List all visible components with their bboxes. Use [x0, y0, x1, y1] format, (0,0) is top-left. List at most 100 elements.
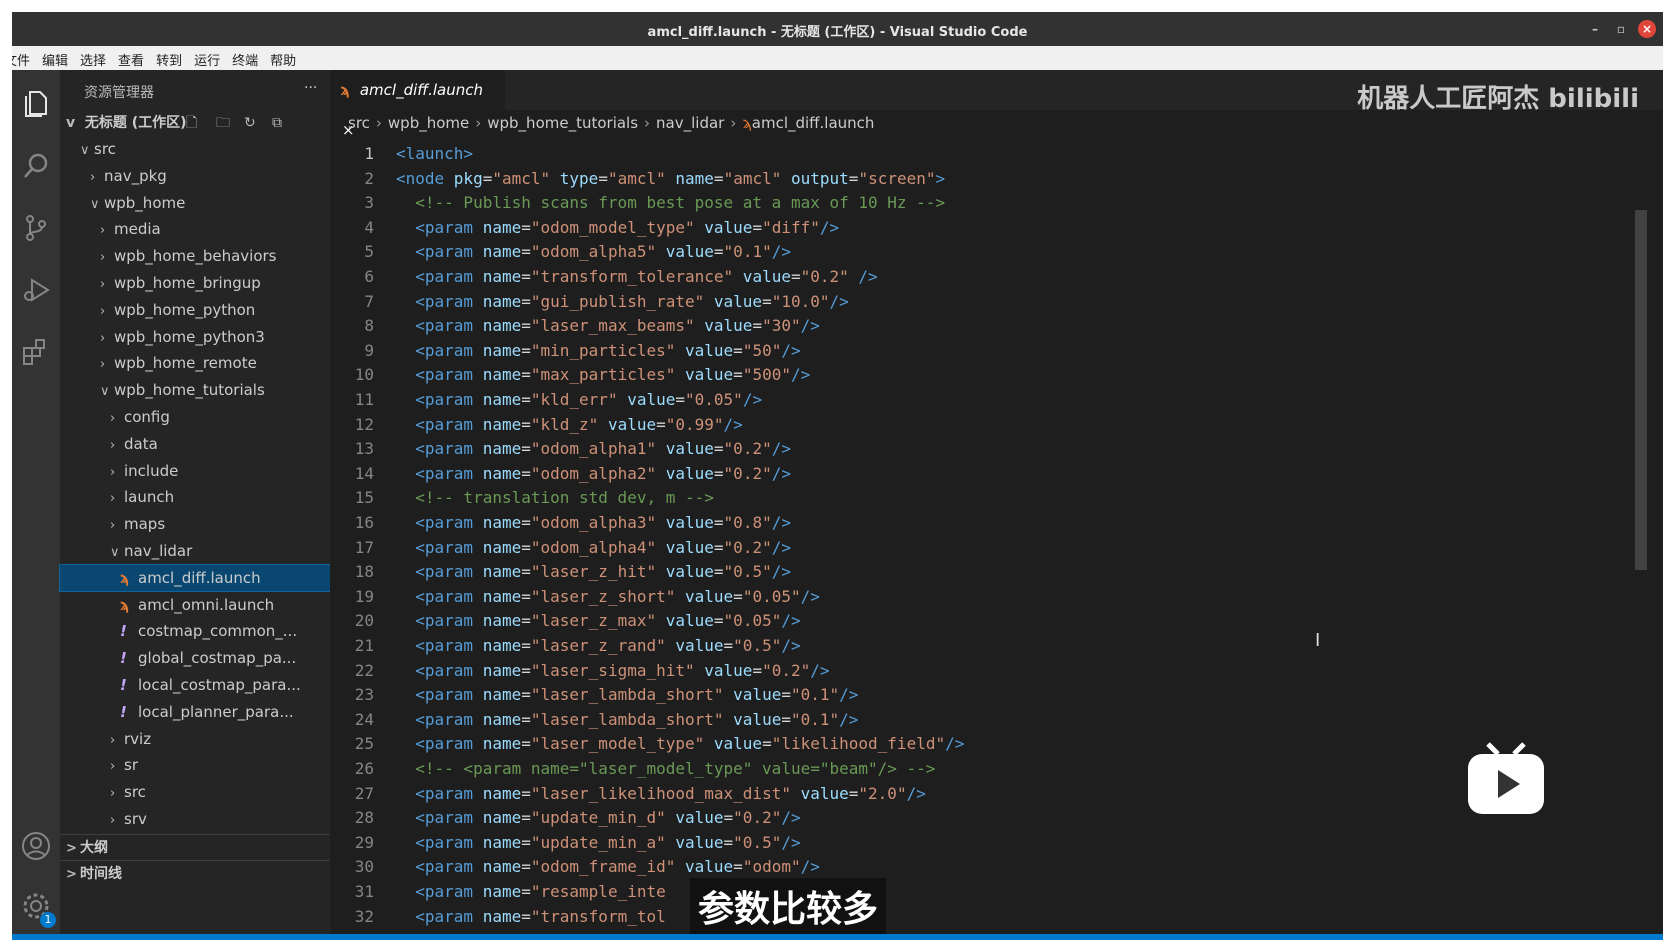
tree-item[interactable]: › maps: [60, 511, 330, 537]
line-number: 23: [354, 685, 374, 705]
tree-item-label: config: [124, 408, 170, 426]
tree-item[interactable]: › wpb_home_remote: [60, 350, 330, 376]
source-control-icon[interactable]: [20, 212, 52, 244]
tree-item[interactable]: › sr: [60, 752, 330, 778]
line-number: 26: [354, 759, 374, 778]
breadcrumb-item[interactable]: wpb_home_tutorials: [487, 114, 638, 132]
tree-item-label: launch: [124, 488, 175, 507]
tab-amcl-diff-launch[interactable]: ϡ amcl_diff.launch ×: [330, 70, 505, 139]
yaml-icon: !: [120, 702, 127, 721]
vscode-window: amcl_diff.launch - 无标题 (工作区) - Visual St…: [12, 12, 1663, 940]
menu-item[interactable]: 查看: [112, 46, 150, 69]
line-number: 32: [354, 906, 374, 926]
tree-item[interactable]: › include: [60, 458, 330, 484]
tree-item[interactable]: › data: [60, 431, 330, 457]
menu-item[interactable]: 帮助: [264, 46, 302, 69]
account-icon[interactable]: [20, 830, 52, 862]
tree-item[interactable]: ∨ wpb_home_tutorials: [60, 377, 330, 403]
tree-item[interactable]: › wpb_home_bringup: [60, 270, 330, 296]
chevron-down-icon: ∨: [80, 143, 90, 158]
code-text: <node pkg="amcl" type="amcl" name="amcl"…: [396, 168, 946, 188]
line-number: 10: [354, 365, 374, 385]
code-text: <param name="kld_z" value="0.99"/>: [396, 414, 743, 434]
video-subtitle: 参数比较多: [690, 878, 887, 934]
line-number: 2: [364, 168, 374, 188]
rss-icon: ϡ: [742, 114, 752, 132]
chevron-right-icon: ›: [110, 786, 116, 802]
timeline-label: 时间线: [80, 866, 122, 882]
code-text: <!-- <param name="laser_model_type" valu…: [396, 759, 936, 778]
menu-item[interactable]: 文件: [12, 46, 36, 69]
tree-item[interactable]: ∨ nav_lidar: [60, 538, 330, 564]
line-number: 15: [354, 488, 374, 508]
text-cursor-icon: I: [1315, 630, 1321, 651]
settings-badge: 1: [40, 912, 56, 928]
explorer-title: 资源管理器: [84, 85, 154, 101]
tree-item[interactable]: › src: [60, 779, 330, 805]
chevron-right-icon: ›: [110, 411, 116, 426]
tree-item[interactable]: › nav_pkg: [60, 163, 330, 189]
search-icon[interactable]: [20, 150, 52, 182]
tree-item[interactable]: ∨ wpb_home: [60, 190, 330, 216]
menu-bar: 文件编辑选择查看转到运行终端帮助: [12, 46, 1663, 70]
editor-area: ϡ amcl_diff.launch × src › wpb_home › wpb_ho…: [330, 70, 1663, 940]
tree-item[interactable]: ∨ src: [60, 136, 330, 162]
menu-item[interactable]: 终端: [226, 46, 264, 69]
line-number: 19: [354, 586, 374, 606]
code-text: <param name="min_particles" value="50"/>: [396, 340, 801, 360]
minimize-icon[interactable]: –: [1586, 20, 1604, 38]
tree-item[interactable]: › rviz: [60, 726, 330, 752]
more-actions-icon[interactable]: ···: [304, 80, 317, 96]
chevron-down-icon: ∨: [100, 384, 110, 400]
activity-bar: 1: [12, 70, 60, 940]
outline-section[interactable]: > 大纲: [60, 834, 330, 861]
breadcrumb-item[interactable]: wpb_home: [388, 114, 469, 132]
tree-item[interactable]: ! local_planner_para...: [60, 699, 330, 725]
tree-item[interactable]: ! global_costmap_pa...: [60, 645, 330, 671]
tree-item[interactable]: › config: [60, 404, 330, 430]
tree-item[interactable]: › media: [60, 216, 330, 242]
timeline-section[interactable]: > 时间线: [60, 860, 330, 887]
breadcrumb-item[interactable]: amcl_diff.launch: [752, 114, 875, 132]
collapse-all-icon[interactable]: ⧉: [272, 110, 282, 136]
explorer-icon[interactable]: [20, 88, 52, 120]
tree-item-label: src: [124, 783, 146, 802]
run-debug-icon[interactable]: [20, 274, 52, 306]
new-folder-icon[interactable]: 🗀: [216, 110, 230, 136]
tree-item[interactable]: › wpb_home_python: [60, 297, 330, 323]
menu-item[interactable]: 转到: [150, 46, 188, 69]
line-number: 6: [364, 267, 374, 286]
tree-item[interactable]: › srv: [60, 806, 330, 832]
tree-item[interactable]: › wpb_home_behaviors: [60, 243, 330, 269]
menu-item[interactable]: 编辑: [36, 46, 74, 69]
refresh-icon[interactable]: ↻: [244, 110, 256, 136]
extensions-icon[interactable]: [20, 336, 52, 368]
tree-item[interactable]: › wpb_home_python3: [60, 324, 330, 350]
breadcrumb-item[interactable]: nav_lidar: [656, 114, 724, 132]
new-file-icon[interactable]: 🗋: [186, 110, 197, 136]
line-number: 27: [354, 783, 374, 803]
tree-item[interactable]: ϡ amcl_omni.launch: [60, 592, 330, 618]
chevron-right-icon: ›: [110, 813, 116, 828]
menu-item[interactable]: 运行: [188, 46, 226, 69]
tree-item[interactable]: ! local_costmap_para...: [60, 672, 330, 698]
tree-item[interactable]: › launch: [60, 484, 330, 510]
rss-icon: ϡ: [120, 595, 130, 614]
tree-item[interactable]: ! costmap_common_...: [60, 618, 330, 644]
breadcrumb-item[interactable]: src: [348, 114, 370, 132]
code-text: <param name="laser_sigma_hit" value="0.2…: [396, 660, 830, 680]
workspace-header[interactable]: v 无标题 (工作区) 🗋 🗀 ↻ ⧉: [60, 110, 330, 136]
close-window-icon[interactable]: ×: [1638, 20, 1656, 38]
line-number: 20: [354, 611, 374, 631]
line-number: 12: [354, 414, 374, 434]
vertical-scrollbar[interactable]: [1635, 210, 1647, 570]
code-text: <param name="update_min_d" value="0.2"/>: [396, 808, 801, 828]
code-text: <param name="laser_z_rand" value="0.5"/>: [396, 636, 801, 655]
menu-item[interactable]: 选择: [74, 46, 112, 69]
line-number: 16: [354, 513, 374, 532]
code-text: <param name="odom_alpha2" value="0.2"/>: [396, 463, 791, 483]
tree-item-selected[interactable]: ϡ amcl_diff.launch: [59, 563, 331, 592]
code-text: <param name="transform_tolerance" value=…: [396, 267, 878, 286]
play-icon[interactable]: [1466, 742, 1546, 816]
maximize-icon[interactable]: ▫: [1612, 20, 1630, 38]
